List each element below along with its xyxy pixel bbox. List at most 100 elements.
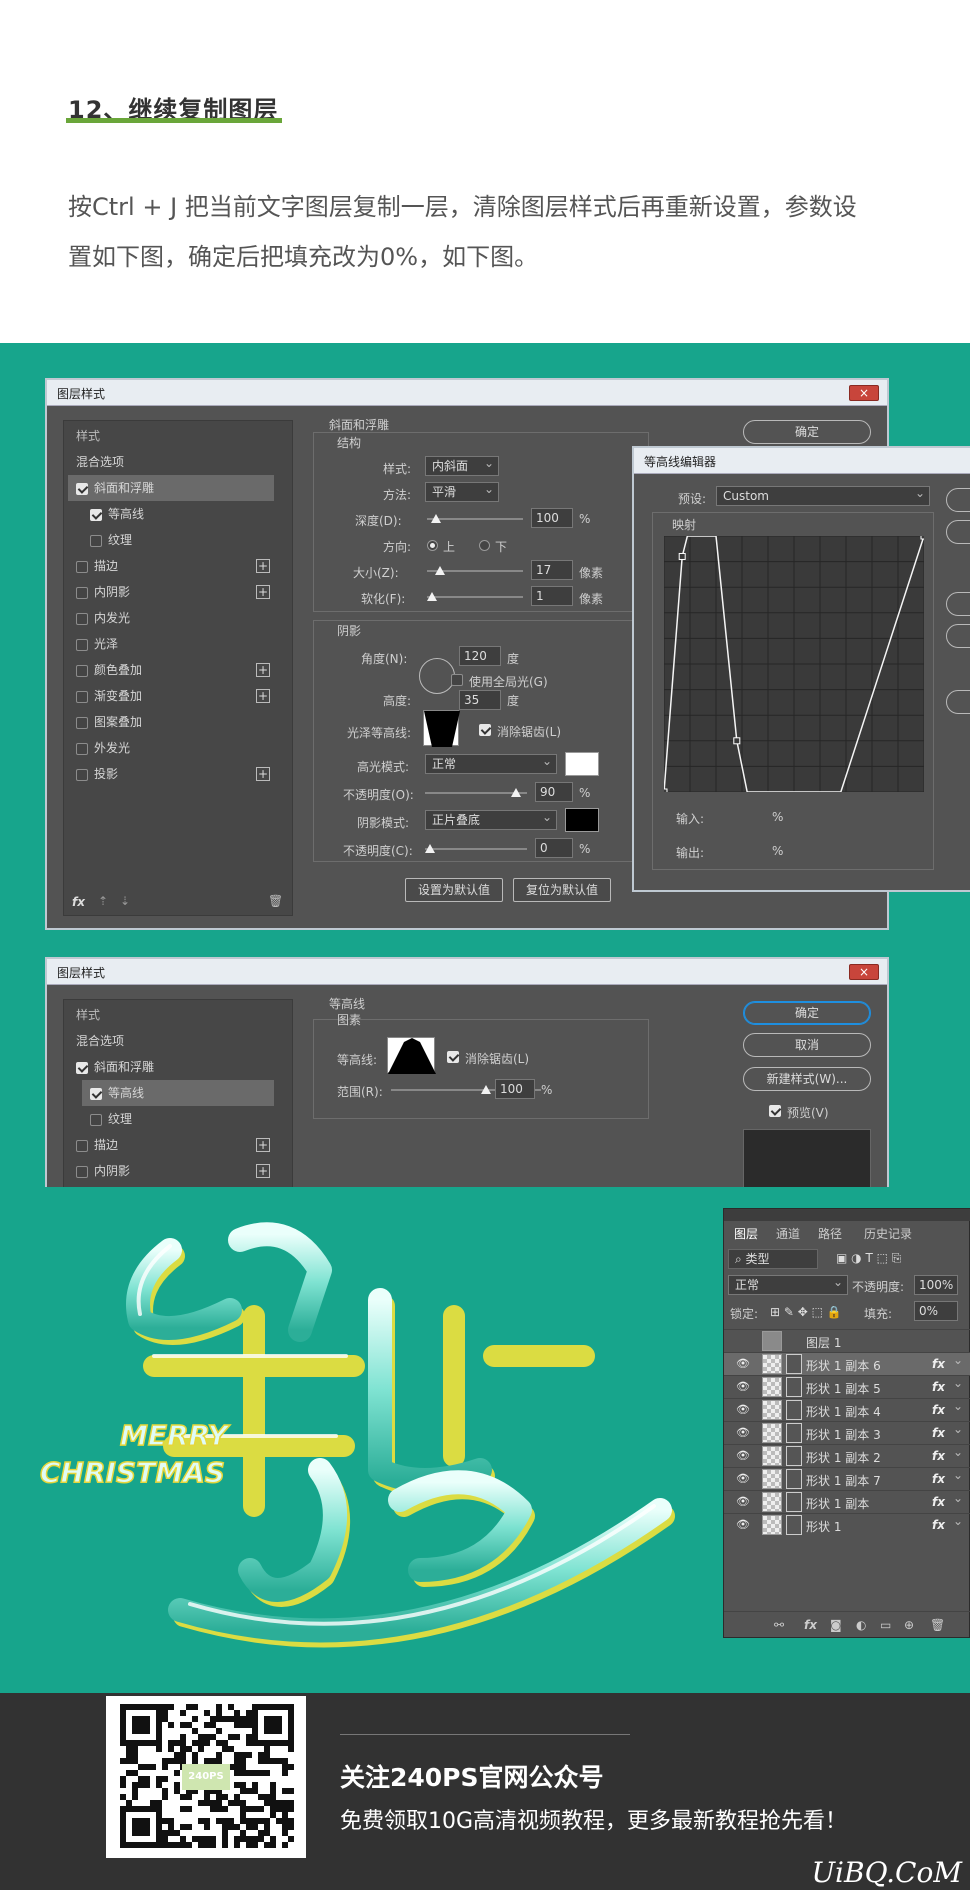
eye-icon[interactable]: 👁 [736,1495,750,1508]
ok-button[interactable]: 确定 [743,420,871,444]
chevron-down-icon[interactable]: ⌄ [953,1353,963,1367]
style-item-texture[interactable]: 纹理 [82,1106,274,1132]
curve-point[interactable] [920,532,928,540]
style-select[interactable]: 内斜面 [425,454,499,476]
chevron-down-icon[interactable]: ⌄ [953,1376,963,1390]
style-item-outer-glow[interactable]: 外发光 [68,735,274,761]
angle-dial[interactable] [419,658,455,694]
soften-slider[interactable] [427,596,523,598]
style-item-inner-shadow[interactable]: 内阴影 + [68,1158,274,1184]
checkbox-icon[interactable] [76,768,88,781]
mask-icon[interactable]: ◙ [830,1618,842,1632]
folder-icon[interactable]: ▭ [880,1618,891,1632]
radio-up[interactable] [427,540,438,551]
chevron-down-icon[interactable]: ⌄ [953,1514,963,1528]
soften-slider-thumb[interactable] [427,592,437,601]
adjustment-icon[interactable]: ◐ [856,1618,866,1632]
style-item-stroke[interactable]: 描边 + [68,1132,274,1158]
layer-row[interactable]: 👁 形状 1 副本 fx ⌄ [724,1490,970,1513]
chevron-down-icon[interactable]: ⌄ [953,1399,963,1413]
lock-icons[interactable]: ⊞ ✎ ✥ ⬚ 🔒 [770,1305,842,1319]
global-light-checkbox[interactable] [451,674,463,686]
method-select[interactable]: 平滑 [425,480,499,502]
antialias-checkbox[interactable] [447,1051,459,1063]
checkbox-icon[interactable] [76,1139,88,1152]
tab-layers[interactable]: 图层 [734,1225,758,1242]
checkbox-icon[interactable] [76,664,88,677]
layer-row[interactable]: 👁 形状 1 副本 6 fx ⌄ [724,1352,970,1375]
shadow-opacity-thumb[interactable] [425,844,435,853]
eye-icon[interactable]: 👁 [736,1380,750,1393]
add-icon[interactable]: + [256,689,270,703]
preview-checkbox[interactable] [769,1105,781,1117]
checkbox-icon[interactable] [76,742,88,755]
chevron-down-icon[interactable]: ⌄ [953,1491,963,1505]
style-item-contour[interactable]: 等高线 [82,1080,274,1106]
highlight-opacity-input[interactable]: 90 [535,782,573,802]
checkbox-icon[interactable] [76,586,88,599]
eye-icon[interactable]: 👁 [736,1472,750,1485]
fx-icon[interactable]: fx [932,1518,945,1532]
checkbox-icon[interactable] [76,1061,88,1074]
style-item-satin[interactable]: 光泽 [68,631,274,657]
layer-row[interactable]: 图层 1 [724,1329,970,1352]
chevron-down-icon[interactable]: ⌄ [953,1468,963,1482]
fx-icon[interactable]: fx [932,1426,945,1440]
new-style-button[interactable]: 新建样式(W)... [743,1067,871,1091]
editor-cancel-button[interactable] [946,520,970,544]
style-item-contour[interactable]: 等高线 [82,501,274,527]
style-item-texture[interactable]: 纹理 [82,527,274,553]
filter-select[interactable]: ⌕ 类型 [728,1249,818,1269]
checkbox-icon[interactable] [76,1165,88,1178]
layer-row[interactable]: 👁 形状 1 副本 3 fx ⌄ [724,1421,970,1444]
qr-code[interactable]: 240PS [106,1696,306,1858]
chevron-down-icon[interactable]: ⌄ [953,1445,963,1459]
make-default-button[interactable]: 设置为默认值 [405,878,503,902]
eye-icon[interactable]: 👁 [736,1403,750,1416]
range-input[interactable]: 100 [495,1079,535,1099]
fx-icon[interactable]: fx [932,1380,945,1394]
style-item-pattern-overlay[interactable]: 图案叠加 [68,709,274,735]
move-down-icon[interactable]: ⇣ [120,894,130,908]
trash-icon[interactable]: 🗑 [268,894,283,908]
eye-icon[interactable]: 👁 [736,1426,750,1439]
gloss-contour-preview[interactable] [423,710,460,747]
layer-row[interactable]: 👁 形状 1 副本 7 fx ⌄ [724,1467,970,1490]
tab-channels[interactable]: 通道 [776,1225,800,1242]
style-item-color-overlay[interactable]: 颜色叠加 + [68,657,274,683]
layer-row[interactable]: 👁 形状 1 fx ⌄ [724,1513,970,1536]
highlight-mode-select[interactable]: 正常 [425,752,557,774]
style-item-bevel[interactable]: 斜面和浮雕 [68,475,274,501]
fx-icon[interactable]: fx [932,1472,945,1486]
depth-slider-thumb[interactable] [431,514,441,523]
fx-icon[interactable]: fx [932,1403,945,1417]
close-button[interactable]: × [849,385,879,401]
ok-button[interactable]: 确定 [743,1001,871,1025]
style-item-inner-shadow[interactable]: 内阴影 + [68,579,274,605]
layer-row[interactable]: 👁 形状 1 副本 2 fx ⌄ [724,1444,970,1467]
angle-input[interactable]: 120 [459,646,501,666]
add-icon[interactable]: + [256,585,270,599]
fx-icon[interactable]: fx [932,1495,945,1509]
opacity-input[interactable]: 100% [914,1275,958,1295]
checkbox-icon[interactable] [76,482,88,495]
shadow-mode-select[interactable]: 正片叠底 [425,808,557,830]
fx-icon[interactable]: fx [804,1618,817,1632]
contour-preview[interactable] [387,1037,436,1074]
depth-input[interactable]: 100 [531,508,573,528]
style-item-inner-glow[interactable]: 内发光 [68,605,274,631]
checkbox-icon[interactable] [90,508,102,521]
eye-icon[interactable]: 👁 [736,1518,750,1531]
checkbox-icon[interactable] [76,690,88,703]
eye-icon[interactable]: 👁 [736,1357,750,1370]
contour-graph[interactable] [660,532,928,796]
contour-graph-canvas[interactable] [660,532,928,796]
checkbox-icon[interactable] [76,612,88,625]
style-item-gradient-overlay[interactable]: 渐变叠加 + [68,683,274,709]
checkbox-icon[interactable] [76,560,88,573]
move-up-icon[interactable]: ⇡ [98,894,108,908]
tab-paths[interactable]: 路径 [818,1225,842,1242]
checkbox-icon[interactable] [76,638,88,651]
curve-point[interactable] [660,788,668,796]
editor-new-button[interactable] [946,690,970,714]
